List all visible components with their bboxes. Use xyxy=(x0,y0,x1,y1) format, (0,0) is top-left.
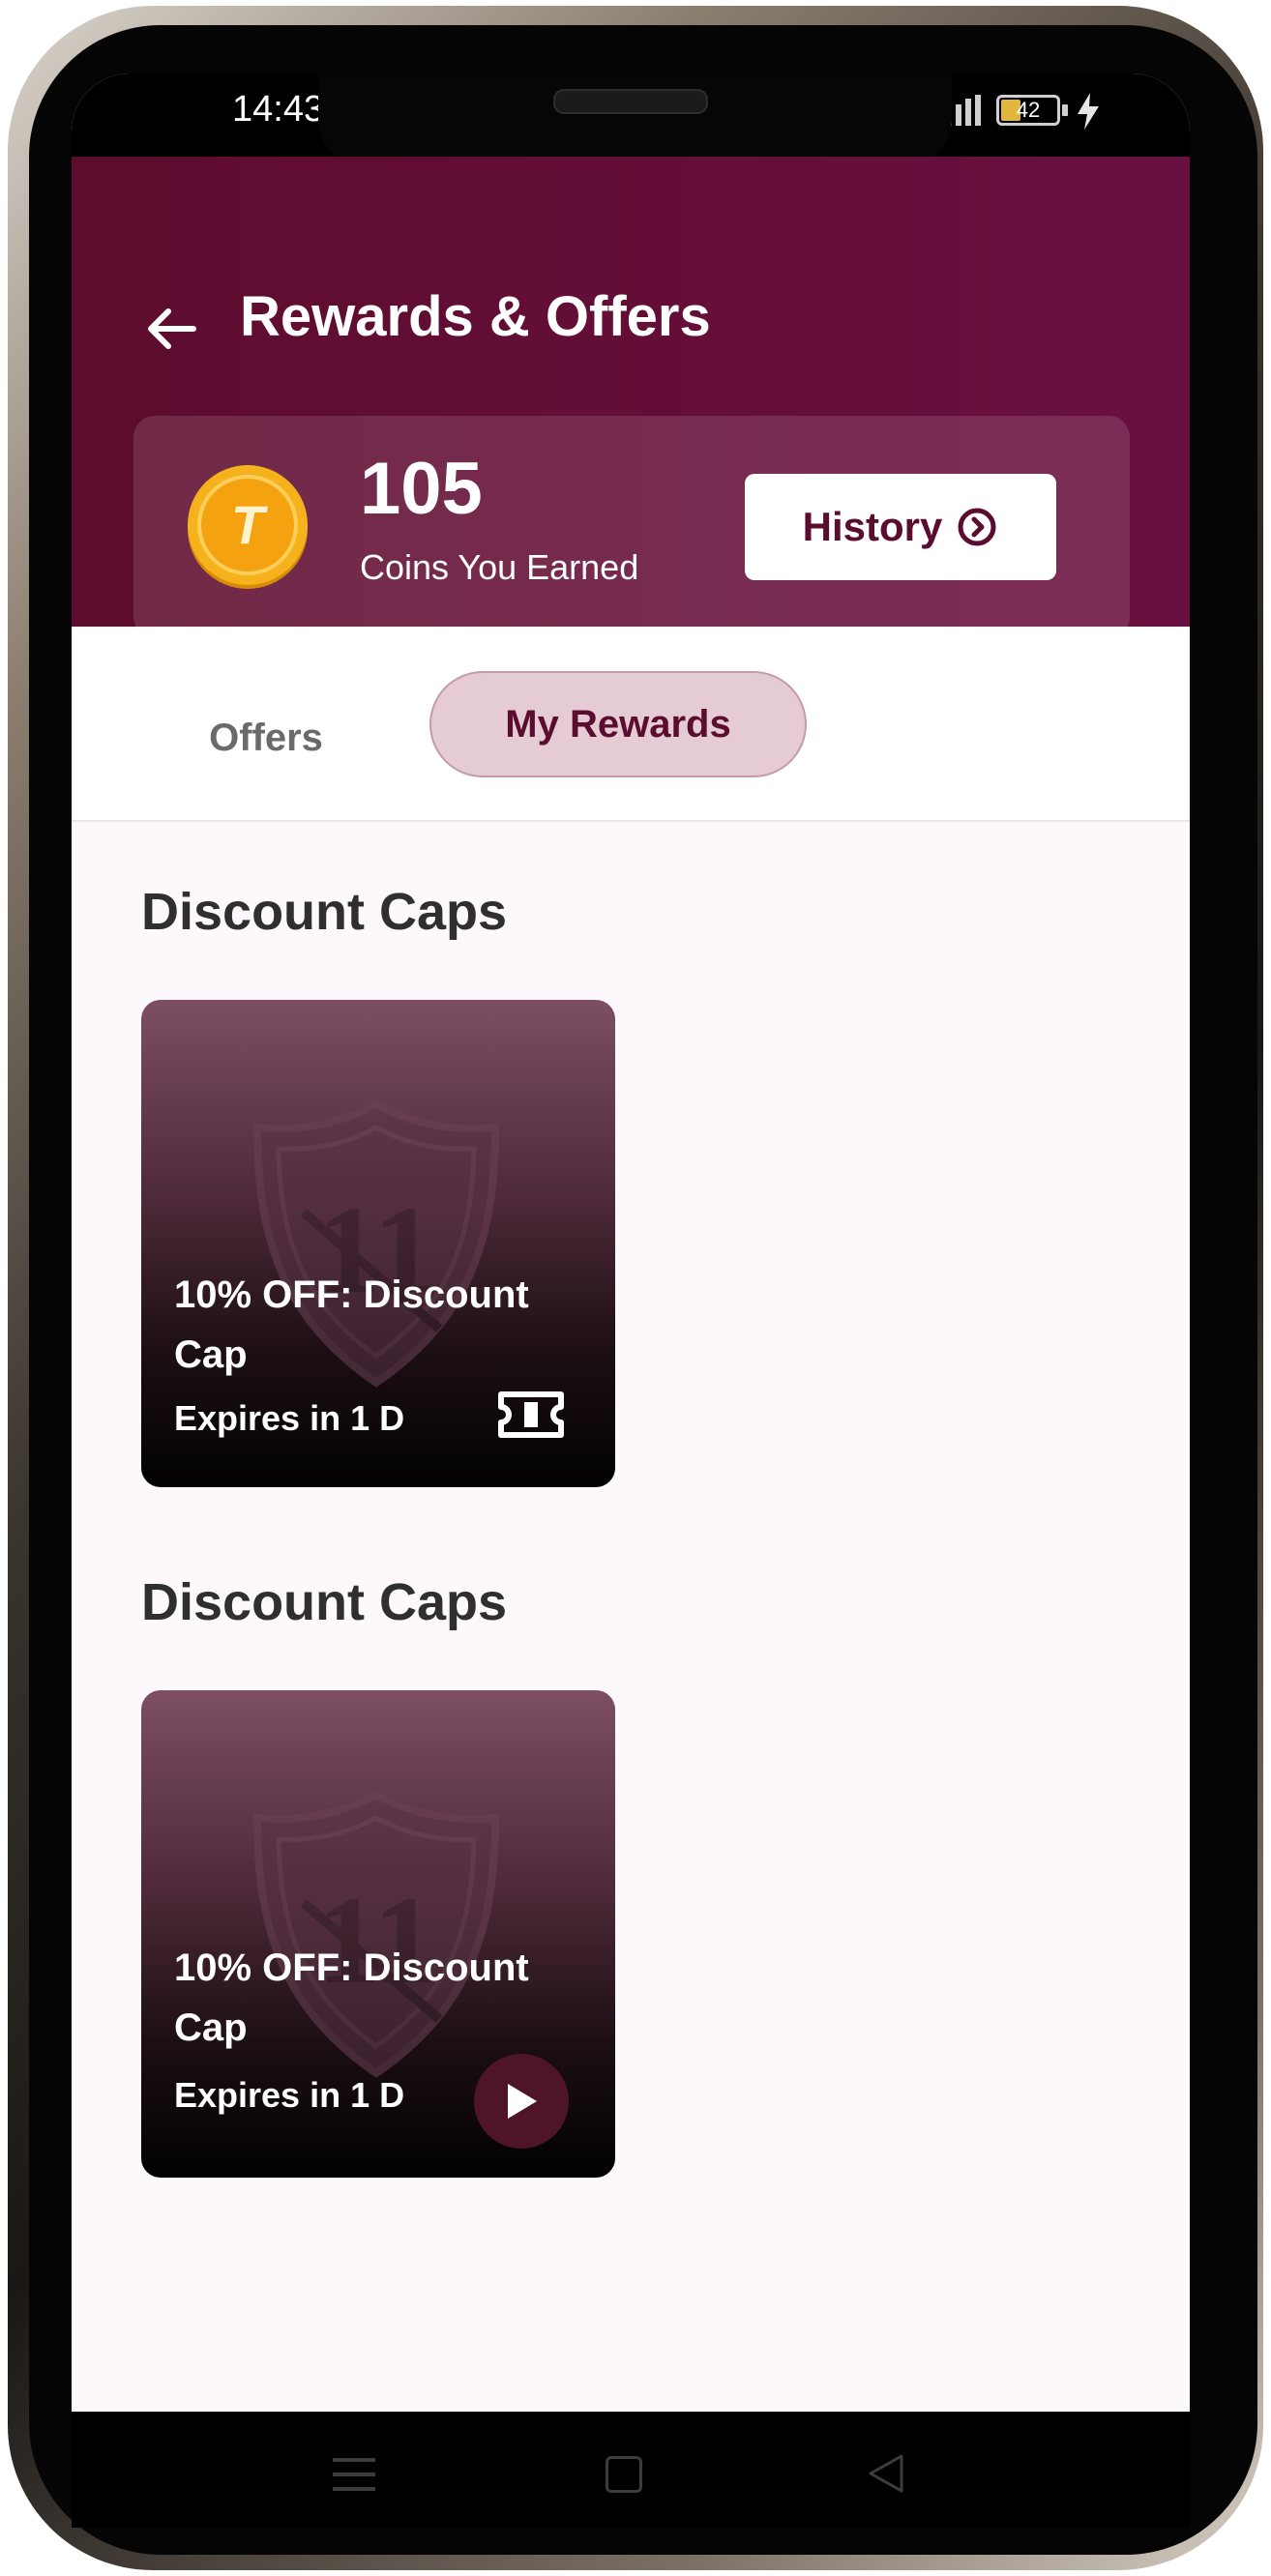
app-screen: 14:43 42 Rewards & Offers T 105 Coins Yo… xyxy=(72,73,1190,2412)
menu-icon[interactable] xyxy=(333,2456,375,2493)
ticket-icon[interactable] xyxy=(497,1390,565,1439)
home-icon[interactable] xyxy=(606,2456,642,2493)
section-title: Discount Caps xyxy=(141,1573,508,1631)
history-button[interactable]: History xyxy=(745,474,1056,580)
reward-card[interactable]: 11 10% OFF: Discount Cap Expires in 1 D xyxy=(141,1690,615,2178)
back-arrow-icon[interactable] xyxy=(143,300,201,358)
battery-tip xyxy=(1062,104,1068,116)
page-title: Rewards & Offers xyxy=(240,285,711,348)
history-button-label: History xyxy=(802,504,943,549)
system-nav-bar xyxy=(72,2412,1190,2528)
header: Rewards & Offers T 105 Coins You Earned … xyxy=(72,157,1190,638)
play-button[interactable] xyxy=(474,2054,569,2149)
camera-notch xyxy=(318,73,952,166)
card-expiry: Expires in 1 D xyxy=(174,1398,405,1438)
tab-bar: Offers My Rewards xyxy=(72,627,1190,822)
coins-card: T 105 Coins You Earned History xyxy=(133,416,1130,638)
battery-level: 42 xyxy=(1016,98,1041,122)
chevron-right-circle-icon xyxy=(958,508,996,546)
speaker-grille xyxy=(553,89,708,114)
back-triangle-icon[interactable] xyxy=(867,2452,905,2495)
play-icon xyxy=(508,2084,537,2119)
coins-value: 105 xyxy=(360,448,483,530)
tab-offers[interactable]: Offers xyxy=(168,685,364,791)
tab-my-rewards[interactable]: My Rewards xyxy=(429,671,807,777)
coins-label: Coins You Earned xyxy=(360,547,639,587)
svg-text:T: T xyxy=(231,494,269,555)
card-title: 10% OFF: Discount Cap xyxy=(174,1947,529,2049)
section-title: Discount Caps xyxy=(141,883,508,941)
card-title: 10% OFF: Discount Cap xyxy=(174,1273,529,1376)
status-time: 14:43 xyxy=(232,89,325,130)
card-expiry: Expires in 1 D xyxy=(174,2075,405,2115)
coin-icon: T xyxy=(188,465,308,589)
reward-card[interactable]: 11 10% OFF: Discount Cap Expires in 1 D xyxy=(141,1000,615,1487)
charging-icon xyxy=(1078,93,1099,130)
battery-icon: 42 xyxy=(996,95,1060,126)
